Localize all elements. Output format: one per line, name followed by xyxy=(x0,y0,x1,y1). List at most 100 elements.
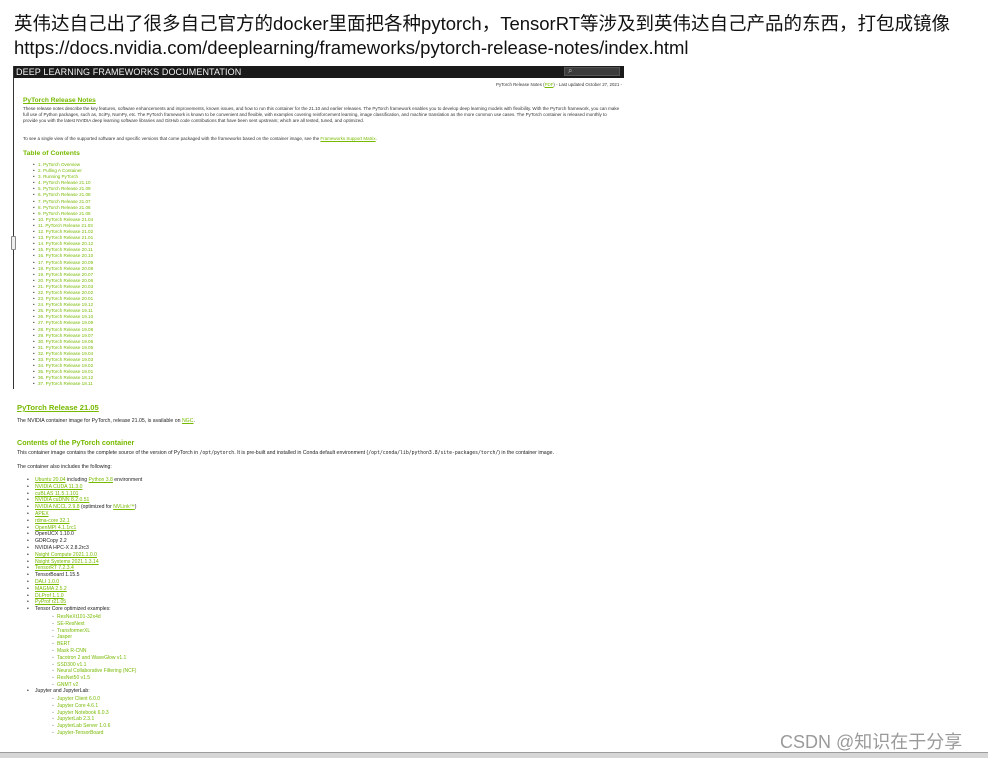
component-item[interactable]: DLProf 1.1.0 xyxy=(35,593,64,599)
list-item: NVIDIA cuDNN 8.2.0.51 xyxy=(27,497,142,504)
ubuntu-suffix: environment xyxy=(112,477,143,483)
docs-search-box[interactable]: ⌕ xyxy=(564,66,620,76)
jupyter-link[interactable]: JupyterLab Server 1.0.6 xyxy=(52,723,110,730)
jupyter-link[interactable]: Jupyter-TensorBoard xyxy=(52,730,110,737)
bottom-scrollbar[interactable] xyxy=(0,752,988,758)
tensorcore-label: Tensor Core optimized examples: xyxy=(27,606,142,613)
contents-suffix: ) in the container image. xyxy=(498,450,554,456)
docs-screenshot: DEEP LEARNING FRAMEWORKS DOCUMENTATION ⌕… xyxy=(11,66,624,389)
component-item[interactable]: NVIDIA cuDNN 8.2.0.51 xyxy=(35,497,89,503)
list-item: TensorBoard 1.15.5 xyxy=(27,572,142,579)
matrix-text: To see a single view of the supported so… xyxy=(23,136,321,141)
list-item: MAGMA 2.5.2 xyxy=(27,586,142,593)
list-item: rdma-core 32.1 xyxy=(27,518,142,525)
contents-prefix: This container image contains the comple… xyxy=(17,450,200,456)
matrix-paragraph: To see a single view of the supported so… xyxy=(23,136,621,142)
tensorcore-example-link[interactable]: Tacotron 2 and WaveGlow v1.1 xyxy=(52,655,136,662)
tensorcore-example-link[interactable]: ResNeXt101-32x4d xyxy=(52,614,136,621)
component-item[interactable]: Nsight Compute 2021.1.0.0 xyxy=(35,552,97,558)
conda-path: /opt/conda/lib/python3.8/site-packages/t… xyxy=(368,451,499,456)
tensorcore-example-link[interactable]: BERT xyxy=(52,641,136,648)
component-item[interactable]: APEX xyxy=(35,511,49,517)
jupyter-link[interactable]: Jupyter Client 6.0.0 xyxy=(52,696,110,703)
caption-url: https://docs.nvidia.com/deeplearning/fra… xyxy=(14,37,689,58)
component-item[interactable]: TensorRT 7.2.3.4 xyxy=(35,565,74,571)
ubuntu-link[interactable]: Ubuntu 20.04 xyxy=(35,477,66,483)
toc-item[interactable]: 37. PyTorch Release 18.11 xyxy=(33,381,93,387)
tensorcore-example-link[interactable]: ResNet50 v1.5 xyxy=(52,675,136,682)
sidebar-toggle-icon[interactable] xyxy=(11,236,16,250)
release-title[interactable]: PyTorch Release 21.05 xyxy=(17,403,99,412)
list-item: NVIDIA NCCL 2.9.8 (optimized for NVLink™… xyxy=(27,504,142,511)
list-item: TensorRT 7.2.3.4 xyxy=(27,565,142,572)
list-item: Nsight Systems 2021.1.3.14 xyxy=(27,559,142,566)
tensorcore-examples-list: ResNeXt101-32x4dSE-ResNextTransformerXLJ… xyxy=(52,614,136,689)
support-matrix-link[interactable]: Frameworks Support Matrix xyxy=(320,136,375,141)
list-item: DLProf 1.1.0 xyxy=(27,593,142,600)
nccl-mid: (optimized for xyxy=(79,504,114,511)
availability-prefix: The NVIDIA container image for PyTorch, … xyxy=(17,418,182,424)
list-item: GDRCopy 2.2 xyxy=(27,538,142,545)
intro-paragraph: These release notes describe the key fea… xyxy=(23,106,620,123)
list-item: Nsight Compute 2021.1.0.0 xyxy=(27,552,142,559)
tensorcore-example-link[interactable]: Mask R-CNN xyxy=(52,648,136,655)
list-item: APEX xyxy=(27,511,142,518)
pytorch-path: /opt/pytorch xyxy=(199,451,235,456)
component-item[interactable]: rdma-core 32.1 xyxy=(35,518,70,524)
updated-suffix: ) - Last updated October 27, 2021 - xyxy=(553,82,622,87)
nccl-link[interactable]: NVIDIA NCCL 2.9.8 xyxy=(35,504,80,510)
component-item[interactable]: PyProf r21.05 xyxy=(35,599,66,605)
docs-header-bar: DEEP LEARNING FRAMEWORKS DOCUMENTATION ⌕ xyxy=(14,66,624,78)
updated-prefix: PyTorch Release Notes ( xyxy=(496,82,545,87)
caption-text: 英伟达自己出了很多自己官方的docker里面把各种pytorch，TensorR… xyxy=(14,13,951,34)
component-item[interactable]: MAGMA 2.5.2 xyxy=(35,586,67,592)
list-item: PyProf r21.05 xyxy=(27,599,142,606)
list-item: Ubuntu 20.04 including Python 3.8 enviro… xyxy=(27,477,142,484)
watermark: CSDN @知识在于分享 xyxy=(780,732,963,752)
nvlink-link[interactable]: NVLink™ xyxy=(113,504,135,510)
jupyter-link[interactable]: Jupyter Core 4.6.1 xyxy=(52,703,110,710)
contents-text: This container image contains the comple… xyxy=(17,450,554,456)
nccl-suffix: ) xyxy=(134,504,137,511)
tensorcore-example-link[interactable]: SSD300 v1.1 xyxy=(52,662,136,669)
python-link[interactable]: Python 3.8 xyxy=(89,477,113,483)
component-item: TensorBoard 1.15.5 xyxy=(35,572,80,579)
last-updated: PyTorch Release Notes (PDF) - Last updat… xyxy=(434,82,622,87)
jupyter-link[interactable]: Jupyter Notebook 6.0.3 xyxy=(52,710,110,717)
ngc-link[interactable]: NGC xyxy=(182,418,194,424)
availability-suffix: . xyxy=(193,418,195,424)
component-item[interactable]: Nsight Systems 2021.1.3.14 xyxy=(35,559,99,565)
component-item[interactable]: OpenMPI 4.1.1rc1 xyxy=(35,525,76,531)
search-icon: ⌕ xyxy=(568,66,573,75)
tensorcore-example-link[interactable]: SE-ResNext xyxy=(52,621,136,628)
release-notes-title[interactable]: PyTorch Release Notes xyxy=(23,97,96,104)
list-item: NVIDIA HPC-X 2.8.2rc3 xyxy=(27,545,142,552)
list-item: OpenUCX 1.10.0 xyxy=(27,531,142,538)
component-item: NVIDIA HPC-X 2.8.2rc3 xyxy=(35,544,89,551)
component-item[interactable]: DALI 1.0.0 xyxy=(35,579,59,585)
jupyter-list: Jupyter Client 6.0.0Jupyter Core 4.6.1Ju… xyxy=(52,696,110,737)
jupyter-link[interactable]: JupyterLab 2.3.1 xyxy=(52,716,110,723)
component-item: GDRCopy 2.2 xyxy=(35,538,67,545)
list-item: DALI 1.0.0 xyxy=(27,579,142,586)
toc-list: 1. PyTorch Overview2. Pulling A Containe… xyxy=(33,162,93,388)
component-item[interactable]: cuBLAS 11.5.1.101 xyxy=(35,491,79,497)
list-item: NVIDIA CUDA 11.3.0 xyxy=(27,484,142,491)
list-item: OpenMPI 4.1.1rc1 xyxy=(27,525,142,532)
toc-title: Table of Contents xyxy=(23,150,80,157)
also-includes-text: The container also includes the followin… xyxy=(17,464,112,470)
docs-header-title: DEEP LEARNING FRAMEWORKS DOCUMENTATION xyxy=(16,67,242,77)
post-caption: 英伟达自己出了很多自己官方的docker里面把各种pytorch，TensorR… xyxy=(14,12,974,60)
contents-mid: . It is pre-built and installed in Conda… xyxy=(234,450,369,456)
availability-text: The NVIDIA container image for PyTorch, … xyxy=(17,418,195,424)
tensorcore-example-link[interactable]: Jasper xyxy=(52,634,136,641)
tensorcore-example-link[interactable]: Neural Collaborative Filtering (NCF) xyxy=(52,668,136,675)
tensorcore-example-link[interactable]: GNMT v2 xyxy=(52,682,136,689)
list-item: cuBLAS 11.5.1.101 xyxy=(27,491,142,498)
contents-title: Contents of the PyTorch container xyxy=(17,438,135,447)
matrix-suffix: . xyxy=(375,136,377,141)
component-item: OpenUCX 1.10.0 xyxy=(35,531,74,538)
ubuntu-mid: including xyxy=(65,477,89,483)
component-item[interactable]: NVIDIA CUDA 11.3.0 xyxy=(35,484,82,490)
tensorcore-example-link[interactable]: TransformerXL xyxy=(52,628,136,635)
